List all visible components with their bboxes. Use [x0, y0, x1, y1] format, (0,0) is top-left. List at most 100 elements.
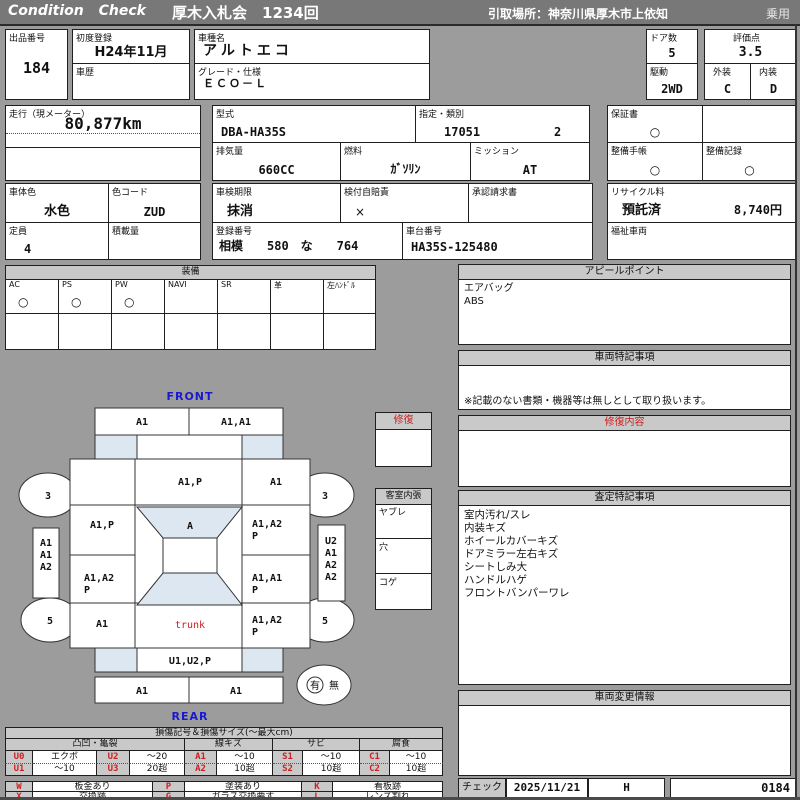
left-rear-fender-code: A1	[96, 619, 108, 630]
sheet-number-value: 0184	[761, 781, 790, 795]
lining-row-label: コゲ	[379, 578, 398, 588]
rear-bumper-right-code: A1	[230, 686, 242, 697]
right-side-code: U2	[325, 536, 337, 547]
doors-value: 5	[668, 46, 676, 60]
vehicle-notes-disclaimer: ※記載のない書類・機器等は無しとして取り扱います。	[464, 396, 712, 407]
legend-code: K	[302, 781, 333, 792]
right-side-code: A1	[325, 548, 337, 559]
legend-code: C2	[360, 764, 390, 776]
front-right-panel-code: A1	[270, 477, 282, 488]
trunk-label: trunk	[175, 620, 205, 631]
repair-content-title: 修復内容	[459, 416, 790, 431]
spare-tire-indicator	[296, 664, 352, 706]
insurance-value: ×	[355, 205, 366, 219]
brand-logo: Condition Check	[8, 3, 146, 19]
repair-flag-title: 修復	[376, 413, 431, 430]
type-number-value: 17051	[444, 125, 481, 139]
body-color-label: 車体色	[9, 188, 37, 198]
lot-number-box: 出品番号 184	[5, 29, 68, 100]
assessment-notes-title: 査定特記事項	[459, 491, 790, 506]
load-capacity-label: 積載量	[112, 227, 140, 237]
insurance-label: 検付自賠責	[344, 188, 390, 198]
equipment-value: ○	[18, 295, 29, 309]
first-registration-value: H24年11月	[94, 45, 168, 60]
legend-value: 10超	[390, 764, 443, 776]
legend-value: 10超	[217, 764, 273, 776]
front-bumper-right-code: A1,A1	[221, 417, 251, 428]
displacement-label: 排気量	[216, 147, 244, 157]
front-direction-label: FRONT	[166, 390, 213, 403]
appeal-points-title: アピールポイント	[459, 265, 790, 280]
color-code-label: 色コード	[112, 188, 149, 198]
top-header-bar: Condition Check 厚木入札会 1234回 引取場所：神奈川県厚木市…	[0, 0, 800, 26]
front-right-wheel-code: 3	[322, 491, 328, 502]
capacity-label: 定員	[9, 227, 28, 237]
inspection-label: 車検期限	[216, 188, 253, 198]
assessment-line: シートしみ大	[464, 561, 527, 573]
legend-code: P	[153, 781, 185, 792]
appeal-line: エアバッグ	[464, 283, 514, 294]
rear-right-wheel-code: 5	[322, 616, 328, 627]
rear-bumper-left-code: A1	[136, 686, 148, 697]
change-info-box: 車両変更情報	[458, 690, 791, 776]
equipment-title: 装備	[6, 266, 375, 280]
legend-value: 20超	[130, 764, 185, 776]
vehicle-notes-box: 車両特記事項 ※記載のない書類・機器等は無しとして取り扱います。	[458, 350, 791, 410]
assessment-line: 内装キズ	[464, 522, 506, 534]
legend-group: サビ	[273, 739, 360, 751]
recycle-status-value: 預託済	[622, 203, 662, 218]
rear-left-wheel-code: 5	[47, 616, 53, 627]
maintenance-book-value: ○	[649, 163, 661, 177]
left-side-code: A1	[40, 538, 52, 549]
interior-grade-value: D	[769, 82, 778, 96]
maintenance-book-label: 整備手帳	[611, 147, 648, 157]
first-registration-box: 初度登録 H24年11月 車歴	[72, 29, 190, 100]
model-name-value: アルトエコ	[203, 43, 293, 59]
left-rear-door-code: A1,A2	[84, 573, 114, 584]
equipment-label: 革	[274, 281, 282, 290]
legend-code: U2	[97, 751, 130, 764]
left-side-code: A2	[40, 562, 52, 573]
equipment-value: ○	[71, 295, 82, 309]
model-code-label: 型式	[216, 110, 235, 120]
left-rear-door-code2: P	[84, 585, 90, 596]
warranty-label: 保証書	[611, 110, 639, 120]
welfare-vehicle-label: 福祉車両	[611, 227, 648, 237]
legend-value: ～10	[303, 751, 360, 764]
documents-box: 保証書 ○ 整備手帳 ○ 整備記録 ○	[607, 105, 797, 181]
legend-code: S1	[273, 751, 303, 764]
displacement-value: 660CC	[258, 163, 295, 177]
check-date-value: 2025/11/21	[513, 781, 581, 794]
fuel-value: ｶﾞｿﾘﾝ	[390, 162, 421, 176]
equipment-label: SR	[221, 280, 232, 289]
transmission-value: AT	[522, 163, 538, 177]
recycle-box: リサイクル料 預託済 8,740円 福祉車両	[607, 183, 797, 260]
equipment-value: ○	[124, 295, 135, 309]
score-box: 評価点 3.5 外装 C 内装 D	[704, 29, 797, 100]
legend-code: U1	[5, 764, 33, 776]
assessment-line: フロントバンパーワレ	[464, 587, 570, 599]
legend-code: U0	[5, 751, 33, 764]
equipment-label: 左ﾊﾝﾄﾞﾙ	[327, 281, 355, 290]
spare-tire-yes: 有	[310, 679, 320, 692]
score-label: 評価点	[733, 34, 761, 44]
repair-content-box: 修復内容	[458, 415, 791, 487]
registration-number-value: 相模 580 な 764	[219, 239, 359, 253]
check-inspector-value: H	[623, 781, 630, 794]
appeal-line: ABS	[464, 295, 484, 307]
chassis-number-label: 車台番号	[406, 227, 443, 237]
sheet-number-cell: 0184	[670, 778, 797, 798]
right-headlight	[241, 434, 284, 460]
capacity-value: 4	[24, 242, 32, 256]
legend-code: A2	[185, 764, 217, 776]
lining-row-label: 穴	[379, 543, 389, 553]
pickup-location: 引取場所：神奈川県厚木市上依知	[488, 7, 669, 21]
spec-box: 型式 DBA-HA35S 指定・類別 17051 2 排気量 660CC 燃料 …	[212, 105, 590, 181]
model-name-box: 車種名 アルトエコ グレード・仕様 ＥＣＯ－Ｌ	[194, 29, 430, 100]
legend-code: C1	[360, 751, 390, 764]
left-headlight	[94, 434, 138, 460]
legend-value: ～10	[217, 751, 273, 764]
legend-value: 板金あり	[33, 781, 153, 792]
spare-tire-no: 無	[329, 679, 339, 692]
score-value: 3.5	[738, 45, 763, 60]
